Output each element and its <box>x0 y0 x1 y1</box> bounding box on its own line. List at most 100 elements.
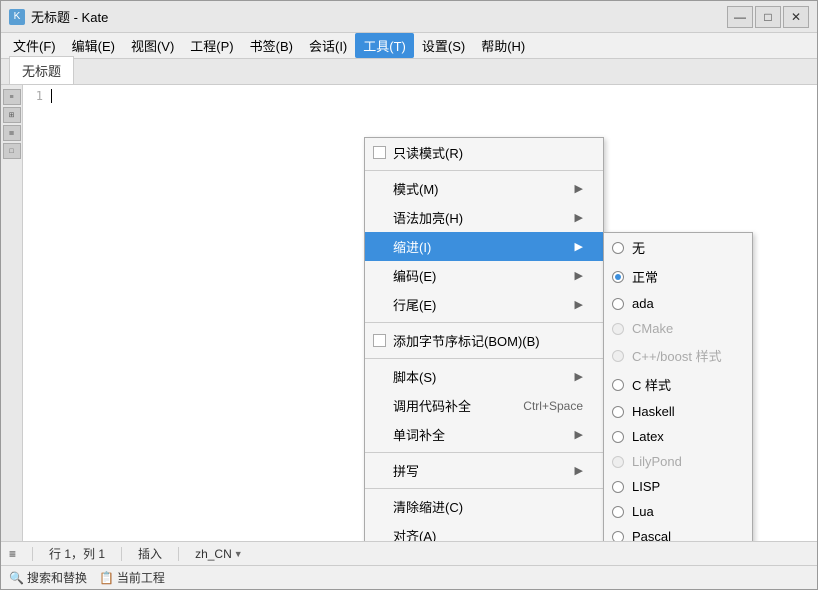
sidebar-icon-1[interactable]: ≡ <box>3 89 21 105</box>
cursor-position: ≡ <box>9 547 16 561</box>
wordcomplete-arrow-icon: ▶ <box>575 428 583 441</box>
sidebar: ≡ ⊞ ≣ □ <box>1 85 23 541</box>
encoding-arrow-icon: ▶ <box>575 269 583 282</box>
mode-arrow-icon: ▶ <box>575 182 583 195</box>
indent-pascal-radio <box>612 531 624 542</box>
menu-lineend[interactable]: 行尾(E) ▶ <box>365 290 603 319</box>
close-button[interactable]: ✕ <box>783 6 809 28</box>
main-window: K 无标题 - Kate — □ ✕ 文件(F) 编辑(E) 视图(V) 工程(… <box>0 0 818 590</box>
indent-cstyle-radio <box>612 379 624 391</box>
menu-autocomplete[interactable]: 调用代码补全 Ctrl+Space <box>365 391 603 420</box>
indent-normal-radio <box>612 271 624 283</box>
window-controls: — □ ✕ <box>727 6 809 28</box>
cursor <box>51 89 52 103</box>
search-replace-button[interactable]: 🔍 搜索和替换 <box>9 569 87 586</box>
window-title: 无标题 - Kate <box>31 7 727 26</box>
indent-ada-radio <box>612 298 624 310</box>
sidebar-icon-4[interactable]: □ <box>3 143 21 159</box>
readonly-checkbox[interactable] <box>373 146 386 159</box>
lineend-arrow-icon: ▶ <box>575 298 583 311</box>
indent-lua[interactable]: Lua <box>604 499 752 524</box>
search-label: 搜索和替换 <box>27 569 87 586</box>
indent-lua-radio <box>612 506 624 518</box>
indent-lisp[interactable]: LISP <box>604 474 752 499</box>
line-col: 行 1，列 1 <box>49 545 105 562</box>
insert-mode: 插入 <box>138 545 162 562</box>
menu-help[interactable]: 帮助(H) <box>473 33 533 58</box>
menu-indent[interactable]: 缩进(I) ▶ 无 正常 <box>365 232 603 261</box>
indent-latex-radio <box>612 431 624 443</box>
menu-mode[interactable]: 模式(M) ▶ <box>365 174 603 203</box>
bom-checkbox[interactable] <box>373 334 386 347</box>
sep-5 <box>365 488 603 489</box>
menu-bom[interactable]: 添加字节序标记(BOM)(B) <box>365 326 603 355</box>
sep-1 <box>365 170 603 171</box>
tab-bar: 无标题 <box>1 59 817 85</box>
minimize-button[interactable]: — <box>727 6 753 28</box>
project-icon: 📋 <box>99 571 114 585</box>
sep-2 <box>365 322 603 323</box>
menu-spell[interactable]: 拼写 ▶ <box>365 456 603 485</box>
status-div-2 <box>121 547 122 561</box>
menu-project[interactable]: 工程(P) <box>182 33 241 58</box>
content-area: ≡ ⊞ ≣ □ 1 🛡 anyz.com 只读模式(R) <box>1 85 817 541</box>
indent-ada[interactable]: ada <box>604 291 752 316</box>
indent-lilypond: LilyPond <box>604 449 752 474</box>
menu-align[interactable]: 对齐(A) <box>365 521 603 541</box>
encoding-arrow-icon: ▼ <box>234 549 243 559</box>
app-icon: K <box>9 9 25 25</box>
menu-session[interactable]: 会话(I) <box>301 33 355 58</box>
status-div-1 <box>32 547 33 561</box>
status-div-3 <box>178 547 179 561</box>
autocomplete-shortcut: Ctrl+Space <box>523 399 583 413</box>
sidebar-icon-3[interactable]: ≣ <box>3 125 21 141</box>
encoding-dropdown[interactable]: zh_CN ▼ <box>195 547 243 561</box>
menu-clearindent[interactable]: 清除缩进(C) <box>365 492 603 521</box>
menu-edit[interactable]: 编辑(E) <box>64 33 123 58</box>
menu-readonly[interactable]: 只读模式(R) <box>365 138 603 167</box>
spell-arrow-icon: ▶ <box>575 464 583 477</box>
menu-view[interactable]: 视图(V) <box>123 33 182 58</box>
menu-file[interactable]: 文件(F) <box>5 33 64 58</box>
menu-syntax[interactable]: 语法加亮(H) ▶ <box>365 203 603 232</box>
indent-normal[interactable]: 正常 <box>604 262 752 291</box>
indent-cmake: CMake <box>604 316 752 341</box>
indent-cppboost-radio <box>612 350 624 362</box>
tools-menu-dropdown: 只读模式(R) 模式(M) ▶ 语法加亮(H) ▶ 缩进(I) ▶ <box>364 137 604 541</box>
menu-wordcomplete[interactable]: 单词补全 ▶ <box>365 420 603 449</box>
indent-cstyle[interactable]: C 样式 <box>604 370 752 399</box>
menu-bar: 文件(F) 编辑(E) 视图(V) 工程(P) 书签(B) 会话(I) 工具(T… <box>1 33 817 59</box>
indent-cppboost: C++/boost 样式 <box>604 341 752 370</box>
indent-none-radio <box>612 242 624 254</box>
indent-arrow-icon: ▶ <box>575 240 583 253</box>
syntax-arrow-icon: ▶ <box>575 211 583 224</box>
bottom-bar: 🔍 搜索和替换 📋 当前工程 <box>1 565 817 589</box>
menu-script[interactable]: 脚本(S) ▶ <box>365 362 603 391</box>
status-bar: ≡ 行 1，列 1 插入 zh_CN ▼ <box>1 541 817 565</box>
script-arrow-icon: ▶ <box>575 370 583 383</box>
sidebar-icon-2[interactable]: ⊞ <box>3 107 21 123</box>
sep-4 <box>365 452 603 453</box>
search-icon: 🔍 <box>9 571 24 585</box>
current-project-button[interactable]: 📋 当前工程 <box>99 569 165 586</box>
line-number: 1 <box>23 89 47 103</box>
title-bar: K 无标题 - Kate — □ ✕ <box>1 1 817 33</box>
indent-haskell-radio <box>612 406 624 418</box>
indent-submenu: 无 正常 ada <box>603 232 753 541</box>
menu-encoding[interactable]: 编码(E) ▶ <box>365 261 603 290</box>
indent-lilypond-radio <box>612 456 624 468</box>
indent-none[interactable]: 无 <box>604 233 752 262</box>
indent-haskell[interactable]: Haskell <box>604 399 752 424</box>
menu-tools[interactable]: 工具(T) <box>355 33 414 58</box>
indent-latex[interactable]: Latex <box>604 424 752 449</box>
sep-3 <box>365 358 603 359</box>
indent-lisp-radio <box>612 481 624 493</box>
encoding-value: zh_CN <box>195 547 232 561</box>
project-label: 当前工程 <box>117 569 165 586</box>
menu-bookmark[interactable]: 书签(B) <box>242 33 301 58</box>
menu-settings[interactable]: 设置(S) <box>414 33 473 58</box>
tab-untitled[interactable]: 无标题 <box>9 56 74 84</box>
indent-pascal[interactable]: Pascal <box>604 524 752 541</box>
indent-cmake-radio <box>612 323 624 335</box>
maximize-button[interactable]: □ <box>755 6 781 28</box>
